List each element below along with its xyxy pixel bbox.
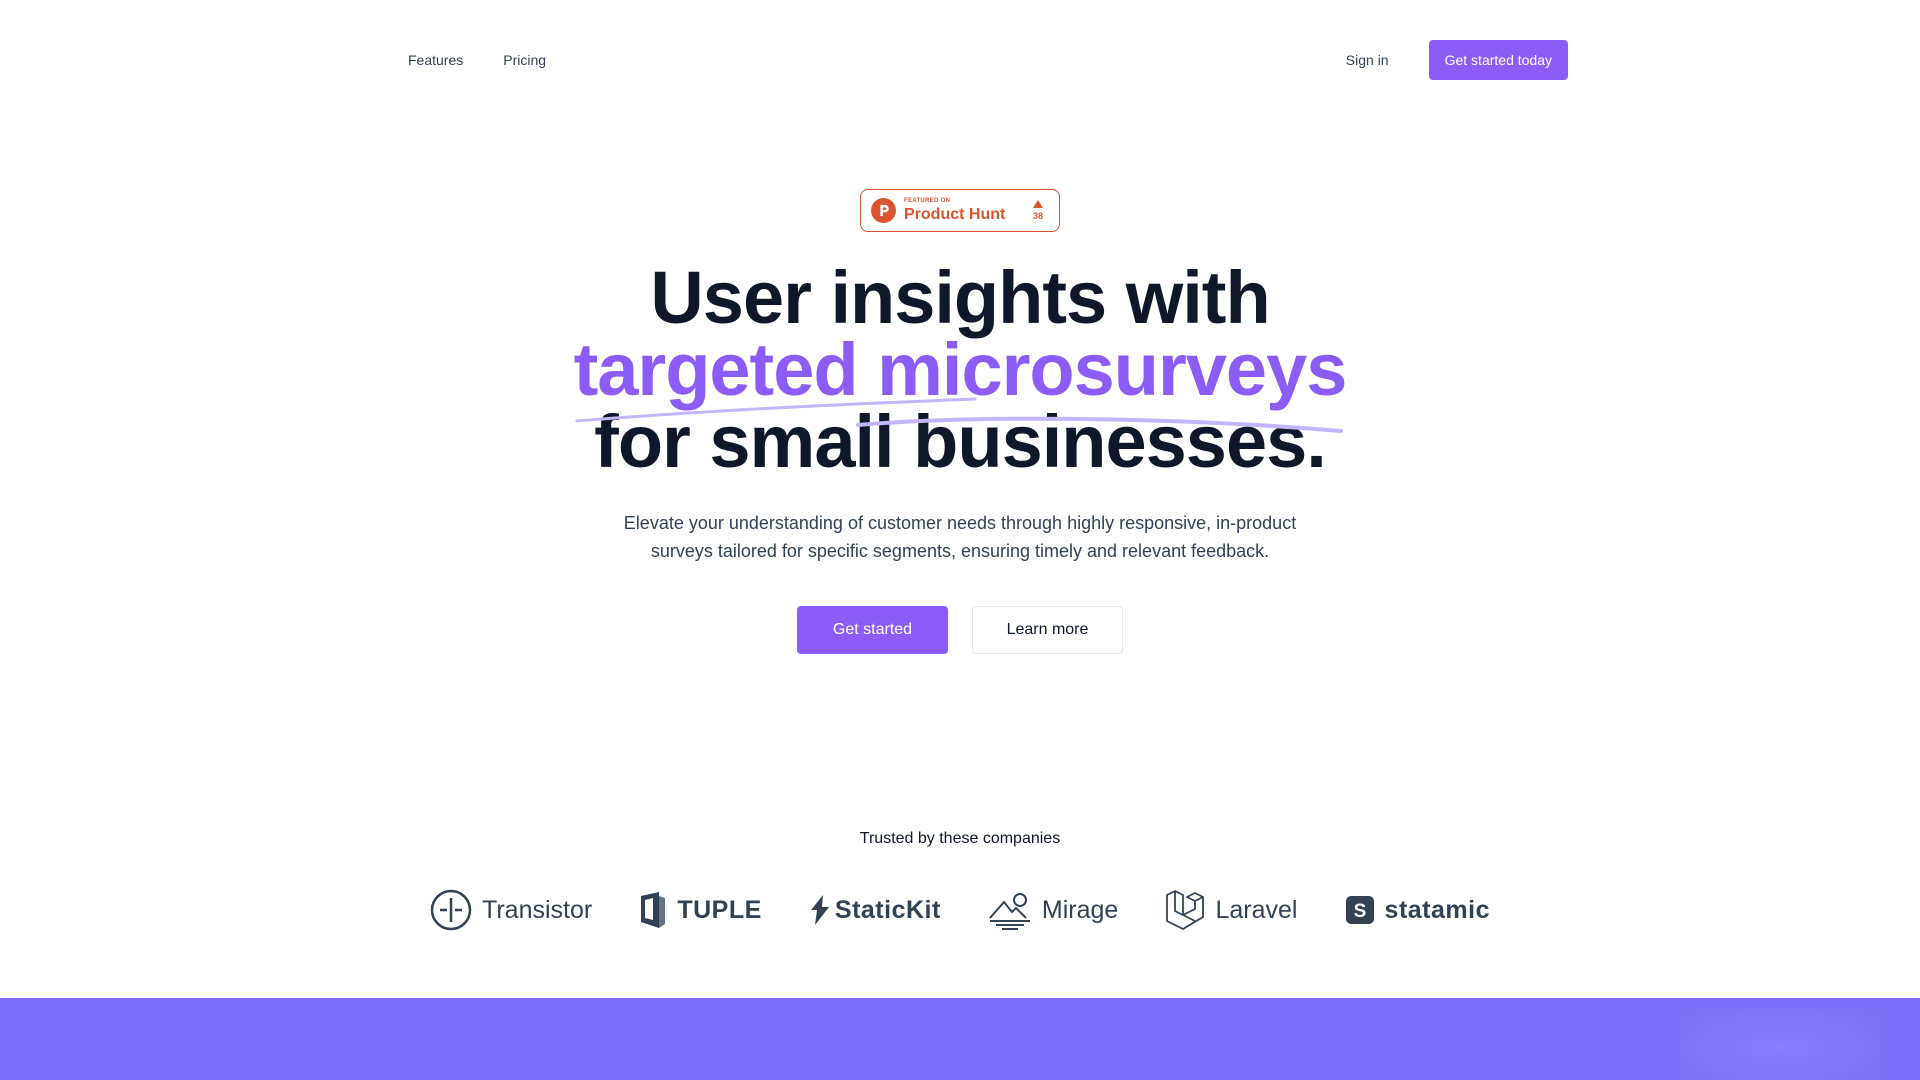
get-started-button[interactable]: Get started [797,606,948,654]
statamic-logo: S statamic [1345,895,1490,925]
tuple-logo-text: TUPLE [677,895,762,924]
hero-subtitle: Elevate your understanding of customer n… [600,509,1320,565]
svg-text:S: S [1353,901,1366,922]
trusted-heading: Trusted by these companies [859,830,1061,847]
learn-more-button[interactable]: Learn more [972,606,1123,654]
mirage-logo: Mirage [988,890,1118,930]
transistor-logo-text: Transistor [482,895,593,924]
product-hunt-name: Product Hunt [904,206,1006,223]
product-hunt-badge[interactable]: FEATURED ON Product Hunt 38 [860,189,1060,232]
upvote-count: 38 [1032,211,1043,221]
header-actions: Sign in Get started today [1346,40,1568,80]
featured-on-label: FEATURED ON [904,198,951,204]
laravel-logo: Laravel [1165,889,1297,931]
transistor-icon [430,889,472,931]
headline-underline-decoration [575,397,1343,433]
headline-line-1: User insights with [650,256,1270,339]
statamic-icon: S [1345,896,1374,924]
nav-link-features[interactable]: Features [408,44,463,76]
band-glow-decoration [1000,1018,1420,1080]
get-started-today-button[interactable]: Get started today [1428,40,1568,80]
product-hunt-icon [871,198,896,223]
statickit-logo-text: StaticKit [834,895,941,924]
nav-link-pricing[interactable]: Pricing [503,44,546,76]
upvote-counter: 38 [1032,200,1043,221]
tuple-icon [641,892,666,928]
hero-headline: User insights with targeted microsurveys… [360,256,1560,479]
upvote-arrow-icon [1032,200,1043,208]
hero-subtitle-line-1: Elevate your understanding of customer n… [623,513,1297,533]
company-logos: Transistor TUPLE StaticKit Mirage Larave… [430,885,1490,935]
sign-in-link[interactable]: Sign in [1346,44,1389,76]
laravel-icon [1166,890,1205,930]
product-hunt-text: FEATURED ON Product Hunt [904,198,1005,223]
band-glow-decoration-right [1680,1008,1880,1080]
statamic-logo-text: statamic [1384,895,1490,924]
laravel-logo-text: Laravel [1215,895,1298,924]
statickit-logo: StaticKit [809,894,941,926]
site-header: Features Pricing Sign in Get started tod… [408,40,1568,80]
transistor-logo: Transistor [430,889,592,931]
hero-subtitle-line-2: surveys tailored for specific segments, … [650,541,1270,561]
tuple-logo: TUPLE [639,890,761,930]
main-nav: Features Pricing [408,44,546,76]
statickit-icon [810,895,829,925]
features-section-band [0,998,1920,1080]
mirage-icon [989,893,1030,930]
hero-buttons: Get started Learn more [797,606,1123,654]
mirage-logo-text: Mirage [1041,895,1119,924]
